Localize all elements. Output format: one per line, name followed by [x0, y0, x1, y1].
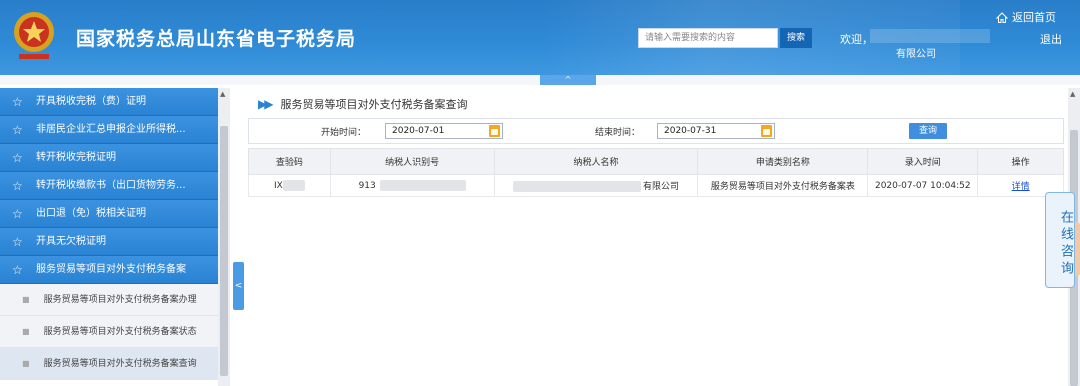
logout-link[interactable]: 退出 — [1040, 31, 1062, 47]
company-name: 有限公司 — [896, 49, 936, 60]
query-button[interactable]: 查询 — [909, 123, 947, 139]
tax-emblem-logo — [14, 12, 54, 59]
redaction-mask — [512, 181, 641, 192]
site-header: 国家税务总局山东省电子税务局 请输入需要搜索的内容 搜索 欢迎， 有限公司 返回… — [0, 0, 1080, 75]
results-table: 查验码 纳税人识别号 纳税人名称 申请类别名称 录入时间 操作 IX 913 有… — [248, 148, 1064, 197]
sidebar-subitem-label: 服务贸易等项目对外支付税务备案办理 — [43, 294, 197, 305]
column-header: 纳税人识别号 — [329, 148, 495, 175]
code-value: IX — [273, 181, 283, 191]
sidebar-scrollbar[interactable]: ▲ — [218, 88, 230, 386]
sidebar-item-label: 转开税收缴款书（出口货物劳务... — [36, 179, 186, 191]
sidebar-subitem-label: 服务贸易等项目对外支付税务备案状态 — [43, 326, 197, 337]
start-date-input[interactable]: 2020-07-01 — [385, 123, 503, 139]
sidebar-item-nonresident-enterprise[interactable]: ☆ 非居民企业汇总申报企业所得税... — [0, 116, 218, 144]
site-title: 国家税务总局山东省电子税务局 — [76, 28, 357, 50]
sidebar-item-service-trade-filing[interactable]: ☆ 服务贸易等项目对外支付税务备案 — [0, 256, 218, 284]
sidebar-item-label: 出口退（免）税相关证明 — [36, 207, 146, 219]
sidebar-item-transfer-certificate[interactable]: ☆ 转开税收完税证明 — [0, 144, 218, 172]
sidebar-item-transfer-payment-book[interactable]: ☆ 转开税收缴款书（出口货物劳务... — [0, 172, 218, 200]
bullet-icon: ■ — [22, 294, 30, 304]
star-icon: ☆ — [12, 262, 23, 277]
sidebar-subitem-filing-status[interactable]: ■ 服务贸易等项目对外支付税务备案状态 — [0, 316, 218, 348]
sidebar-subitem-filing-query[interactable]: ■ 服务贸易等项目对外支付税务备案查询 — [0, 348, 218, 380]
sidebar-item-export-refund[interactable]: ☆ 出口退（免）税相关证明 — [0, 200, 218, 228]
sidebar-item-label: 服务贸易等项目对外支付税务备案 — [36, 263, 186, 275]
filter-bar: 开始时间： 2020-07-01 结束时间： 2020-07-31 查询 — [248, 118, 1064, 144]
star-icon: ☆ — [12, 234, 23, 249]
cell-entry-time: 2020-07-07 10:04:52 — [867, 174, 979, 197]
bullet-icon: ■ — [22, 326, 30, 336]
header-collapse-toggle[interactable]: ^ — [540, 75, 596, 85]
sidebar-item-label: 转开税收完税证明 — [36, 151, 116, 163]
end-date-input[interactable]: 2020-07-31 — [657, 123, 775, 139]
page-title: 服务贸易等项目对外支付税务备案查询 — [280, 98, 468, 111]
cell-category: 服务贸易等项目对外支付税务备案表 — [697, 174, 869, 197]
column-header: 录入时间 — [867, 148, 979, 175]
detail-link[interactable]: 详情 — [1012, 182, 1030, 192]
bullet-icon: ■ — [22, 358, 30, 368]
search-input[interactable]: 请输入需要搜索的内容 — [638, 28, 778, 48]
end-time-label: 结束时间： — [595, 128, 641, 138]
redaction-mask — [379, 180, 466, 191]
column-header: 操作 — [977, 148, 1064, 175]
star-icon: ☆ — [12, 122, 23, 137]
calendar-icon[interactable] — [489, 125, 500, 137]
sidebar-item-label: 开具税收完税（费）证明 — [36, 95, 146, 107]
double-arrow-icon: ▶▶ — [258, 97, 274, 111]
page-heading: ▶▶ 服务贸易等项目对外支付税务备案查询 — [258, 96, 467, 112]
sidebar-scroll-thumb[interactable] — [220, 126, 228, 376]
cell-taxpayer-name: 有限公司 — [493, 174, 699, 197]
column-header: 查验码 — [248, 148, 331, 175]
redaction-mask — [282, 180, 305, 191]
scroll-up-icon[interactable]: ▲ — [1070, 90, 1075, 98]
home-link-label: 返回首页 — [1012, 11, 1056, 24]
column-header: 纳税人名称 — [493, 148, 699, 175]
end-date-value: 2020-07-31 — [664, 126, 717, 136]
sidebar-menu: ☆ 开具税收完税（费）证明 ☆ 非居民企业汇总申报企业所得税... ☆ 转开税收… — [0, 88, 218, 386]
sidebar-subitem-label: 服务贸易等项目对外支付税务备案查询 — [43, 358, 197, 369]
star-icon: ☆ — [12, 94, 23, 109]
username-mask — [870, 29, 990, 43]
table-header-row: 查验码 纳税人识别号 纳税人名称 申请类别名称 录入时间 操作 — [248, 148, 1064, 175]
cell-code: IX — [248, 174, 331, 197]
sidebar-item-label: 非居民企业汇总申报企业所得税... — [36, 123, 186, 135]
sidebar-item-label: 开具无欠税证明 — [36, 235, 106, 247]
online-consult-button[interactable]: 在线咨询 — [1045, 192, 1075, 288]
sidebar-item-no-tax-arrears[interactable]: ☆ 开具无欠税证明 — [0, 228, 218, 256]
scroll-up-icon[interactable]: ▲ — [220, 90, 225, 98]
star-icon: ☆ — [12, 178, 23, 193]
star-icon: ☆ — [12, 150, 23, 165]
sidebar-item-tax-payment-certificate[interactable]: ☆ 开具税收完税（费）证明 — [0, 88, 218, 116]
sidebar-collapse-toggle[interactable]: < — [233, 262, 244, 310]
taxpayer-id-value: 913 — [358, 181, 376, 191]
taxpayer-name-value: 有限公司 — [642, 182, 679, 192]
sidebar-subitem-filing-handle[interactable]: ■ 服务贸易等项目对外支付税务备案办理 — [0, 284, 218, 316]
star-icon: ☆ — [12, 206, 23, 221]
table-row: IX 913 有限公司 服务贸易等项目对外支付税务备案表 2020-07-07 … — [248, 174, 1064, 197]
calendar-icon[interactable] — [761, 125, 772, 137]
column-header: 申请类别名称 — [697, 148, 869, 175]
start-date-value: 2020-07-01 — [392, 126, 445, 136]
start-time-label: 开始时间： — [321, 128, 367, 138]
search-button[interactable]: 搜索 — [780, 28, 812, 48]
home-link[interactable]: 返回首页 — [996, 9, 1056, 25]
home-icon — [996, 11, 1008, 23]
welcome-text: 欢迎， — [840, 33, 873, 46]
cell-taxpayer-id: 913 — [329, 174, 495, 197]
